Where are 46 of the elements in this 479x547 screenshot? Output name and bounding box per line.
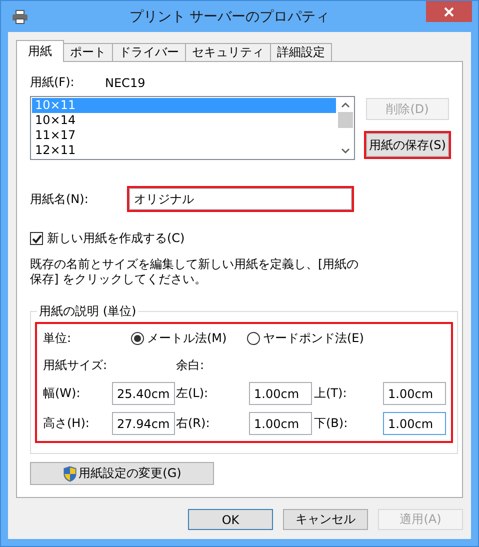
dimension-label: 上(T): (314, 385, 348, 402)
dimension-field[interactable]: 25.40cm (112, 382, 175, 405)
paper-name-field[interactable]: オリジナル (129, 188, 352, 210)
current-paper: NEC19 (105, 76, 146, 90)
unit-label: メートル法(M) (147, 330, 227, 347)
margin-label: 余白: (176, 357, 204, 374)
change-paper-settings-button[interactable]: 用紙設定の変更(G) (30, 462, 214, 485)
unit-radio[interactable] (247, 332, 260, 345)
paper-list-item[interactable]: 11×17 (32, 128, 336, 143)
unit-label: ヤードポンド法(E) (263, 330, 364, 347)
dimension-label: 幅(W): (43, 385, 82, 402)
dimension-label: 左(L): (176, 385, 210, 402)
close-button[interactable] (426, 1, 472, 22)
tab[interactable]: 用紙 (16, 40, 64, 62)
paper-size-label: 用紙サイズ: (43, 357, 108, 374)
printer-icon (12, 10, 28, 24)
scroll-down-icon (341, 148, 350, 154)
dialog-button[interactable]: キャンセル (283, 509, 368, 530)
close-icon (444, 6, 454, 16)
unit-radio[interactable] (131, 332, 144, 345)
dialog-button[interactable]: OK (188, 509, 273, 530)
shield-icon (62, 466, 77, 482)
dimension-field[interactable]: 1.00cm (249, 412, 312, 435)
paper-list[interactable]: 10×11 10×14 11×17 12×11 (30, 96, 355, 160)
tab[interactable]: 詳細設定 (270, 43, 332, 62)
units-label: 単位: (43, 330, 72, 347)
create-new-checkbox[interactable] (30, 232, 43, 245)
dimension-field[interactable]: 1.00cm (249, 382, 312, 405)
instructions-text: 保存] をクリックしてください。 (30, 272, 208, 287)
dimension-field[interactable]: 27.94cm (112, 412, 175, 435)
dimension-field[interactable]: 1.00cm (383, 412, 446, 435)
dimension-label: 下(B): (314, 415, 349, 432)
dimension-label: 高さ(H): (43, 415, 90, 432)
window-title: プリント サーバーのプロパティ (129, 8, 330, 26)
paper-list-item[interactable]: 12×11 (32, 143, 336, 158)
paper-name-label: 用紙名(N): (30, 190, 90, 208)
scroll-thumb[interactable] (338, 112, 353, 128)
instructions-text: 既存の名前とサイズを編集して新しい用紙を定義し、[用紙の (30, 257, 360, 272)
create-new-label: 新しい用紙を作成する(C) (47, 230, 185, 247)
dimension-label: 右(R): (176, 415, 211, 432)
save-paper-button[interactable]: 用紙の保存(S) (366, 133, 449, 157)
dimension-field[interactable]: 1.00cm (383, 382, 446, 405)
group-title: 用紙の説明 (単位) (38, 303, 138, 320)
paper-list-item[interactable]: 10×14 (32, 113, 336, 128)
scroll-up-icon (341, 102, 350, 108)
paper-label: 用紙(F): (30, 74, 76, 91)
